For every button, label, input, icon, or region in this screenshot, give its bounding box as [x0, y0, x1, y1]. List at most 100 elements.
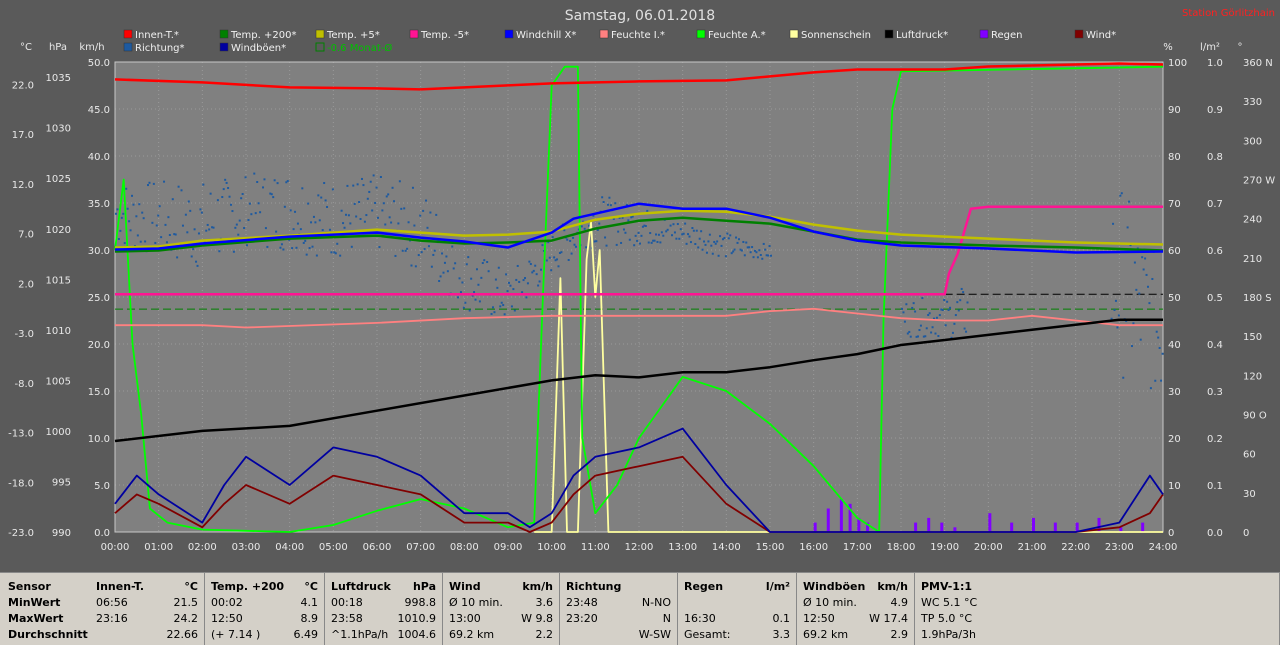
direction-point	[344, 213, 347, 216]
footer-header: Richtung	[560, 579, 677, 594]
celsius-tick-label: 7.0	[18, 230, 34, 241]
direction-point	[529, 263, 532, 266]
direction-point	[545, 259, 548, 262]
footer-cell-value: W 9.8	[521, 612, 553, 625]
rain-bar	[1053, 522, 1057, 532]
direction-point	[723, 236, 726, 239]
direction-point	[397, 222, 400, 225]
direction-point	[657, 233, 660, 236]
direction-point	[398, 180, 401, 183]
footer-cell-value: 4.1	[300, 596, 319, 609]
direction-point	[717, 254, 720, 257]
direction-point	[1144, 257, 1147, 260]
footer-cell-value: 4.9	[890, 596, 909, 609]
direction-point	[689, 241, 692, 244]
direction-point	[548, 256, 551, 259]
direction-point	[435, 213, 438, 216]
direction-point	[524, 277, 527, 280]
footer-cell-value: 8.9	[300, 612, 319, 625]
footer-column: Windböen km/h Ø 10 min. 4.9 12:50 W 17.4 69.2 …	[797, 573, 915, 645]
legend-swatch	[219, 42, 229, 52]
direction-point	[510, 305, 513, 308]
direction-point	[704, 243, 707, 246]
direction-point	[909, 335, 912, 338]
direction-point	[377, 216, 379, 219]
direction-point	[224, 178, 227, 181]
direction-point	[678, 237, 681, 240]
direction-point	[1139, 338, 1142, 341]
direction-point	[737, 238, 740, 241]
direction-point	[758, 249, 761, 252]
direction-point	[1142, 268, 1145, 271]
footer-cell-value: 998.8	[404, 596, 437, 609]
direction-point	[719, 235, 722, 238]
direction-point	[921, 297, 924, 300]
direction-point	[218, 250, 221, 253]
direction-point	[132, 203, 135, 206]
direction-point	[928, 312, 931, 315]
direction-point	[656, 240, 659, 243]
direction-point	[228, 195, 231, 198]
direction-point	[411, 186, 414, 189]
direction-point	[710, 244, 713, 247]
direction-point	[158, 205, 161, 208]
direction-point	[537, 284, 540, 287]
direction-point	[292, 228, 295, 231]
direction-point	[229, 203, 232, 206]
footer-cell-label: Durchschnitt	[8, 628, 88, 641]
direction-point	[522, 279, 525, 282]
direction-tick-label: 180 S	[1243, 293, 1272, 304]
direction-point	[541, 244, 544, 247]
direction-point	[401, 249, 404, 252]
direction-point	[451, 245, 454, 248]
direction-point	[142, 217, 145, 220]
direction-point	[480, 276, 483, 279]
x-tick-label: 10:00	[537, 542, 566, 553]
footer-cell-label: TP 5.0 °C	[921, 612, 973, 625]
direction-point	[748, 246, 751, 249]
direction-point	[225, 181, 228, 184]
rain-tick-label: 0.1	[1207, 481, 1223, 492]
legend-swatch	[123, 29, 133, 39]
footer-row: 69.2 km 2.9	[797, 627, 914, 642]
direction-point	[291, 247, 294, 250]
direction-point	[550, 269, 553, 272]
direction-point	[711, 252, 714, 255]
hpa-tick-label: 1030	[46, 124, 71, 135]
direction-point	[116, 208, 119, 211]
legend-swatch	[123, 42, 133, 52]
direction-point	[359, 218, 362, 221]
direction-point	[672, 223, 675, 226]
direction-point	[1157, 336, 1160, 339]
legend-swatch	[219, 29, 229, 39]
direction-point	[248, 202, 251, 205]
direction-point	[570, 252, 573, 255]
direction-point	[655, 233, 658, 236]
direction-unit-label: °	[1238, 42, 1243, 53]
direction-tick-label: 60	[1243, 450, 1256, 461]
direction-point	[135, 215, 138, 218]
direction-point	[125, 187, 128, 190]
direction-point	[253, 172, 256, 175]
direction-point	[414, 265, 417, 268]
direction-point	[684, 222, 687, 225]
chart-title: Samstag, 06.01.2018	[565, 8, 715, 24]
direction-point	[305, 253, 308, 256]
direction-point	[457, 296, 460, 299]
direction-point	[962, 291, 965, 294]
x-tick-label: 16:00	[799, 542, 828, 553]
direction-point	[583, 227, 586, 230]
percent-tick-label: 100	[1168, 58, 1187, 69]
direction-point	[646, 209, 649, 212]
direction-point	[1112, 222, 1115, 225]
footer-cell-label: ^1.1hPa/h	[331, 628, 389, 641]
footer-cell-label: 12:50	[211, 612, 243, 625]
direction-point	[422, 209, 425, 212]
rain-bar	[940, 522, 944, 532]
footer-cell-label: 69.2 km	[449, 628, 495, 641]
celsius-tick-label: -3.0	[14, 329, 34, 340]
footer-header: Windböen km/h	[797, 579, 914, 594]
direction-point	[500, 301, 503, 304]
direction-point	[148, 181, 151, 184]
direction-point	[930, 331, 933, 334]
